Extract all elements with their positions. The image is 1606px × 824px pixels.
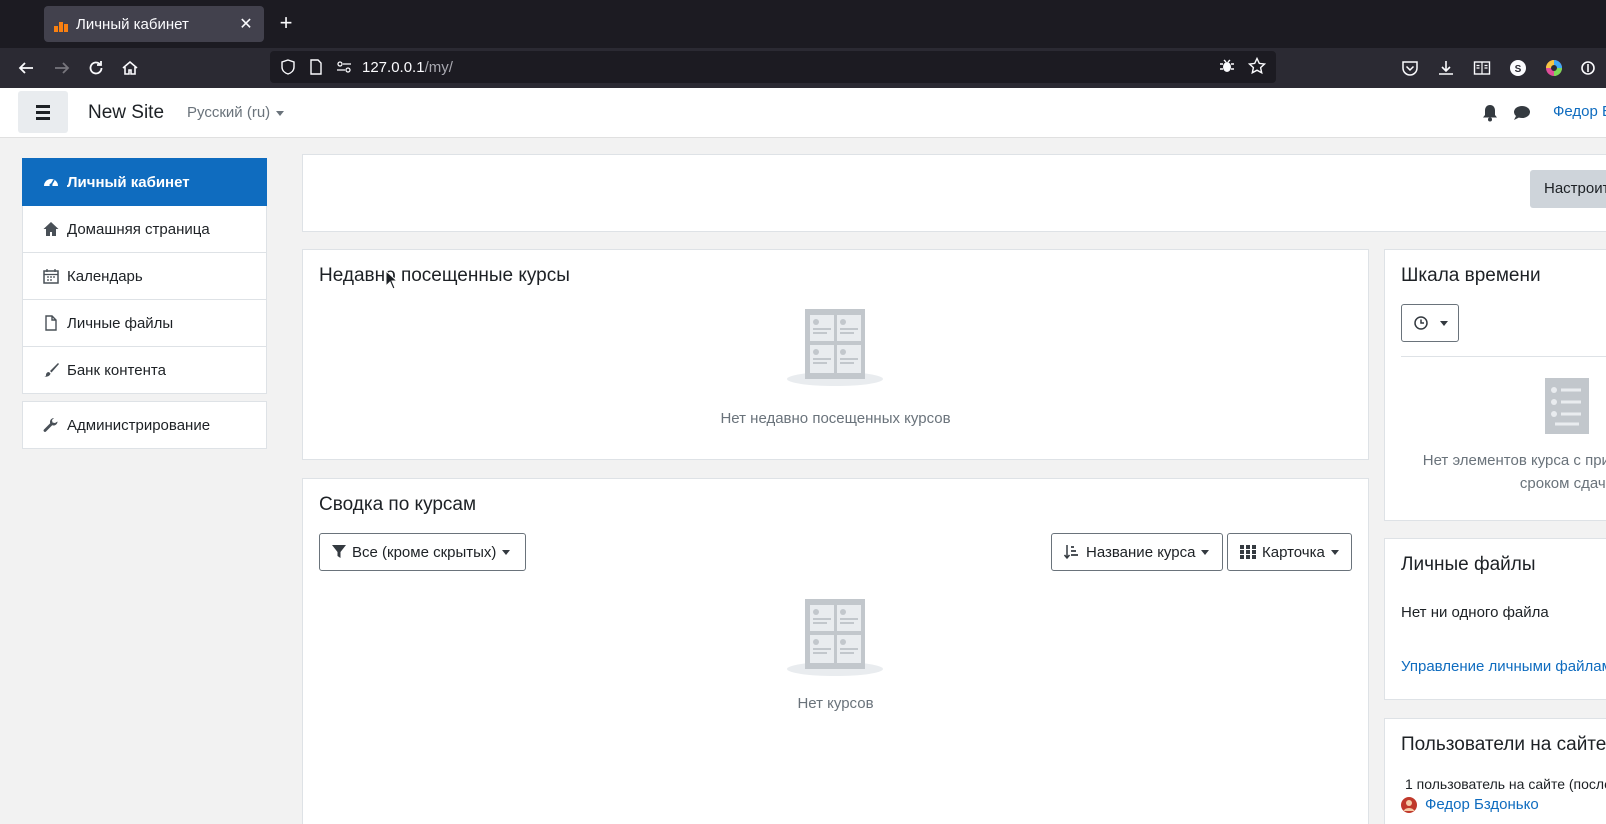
bookmark-star-icon[interactable] <box>1247 56 1267 79</box>
site-name[interactable]: New Site <box>88 102 164 124</box>
tab-title: Личный кабинет <box>76 15 189 33</box>
mouse-cursor-icon <box>385 270 399 290</box>
online-count-text: 1 пользователь на сайте (последние 5 мин… <box>1405 776 1606 792</box>
empty-message: Нет недавно посещенных курсов <box>720 410 951 427</box>
forward-icon[interactable] <box>50 56 74 80</box>
sidebar-item-label: Личный кабинет <box>67 173 190 191</box>
sort-icon <box>1064 544 1080 560</box>
file-icon <box>43 315 59 331</box>
calendar-icon <box>43 268 59 284</box>
block-title: Недавно посещенные курсы <box>319 265 570 286</box>
customize-page-button[interactable]: Настроить эту страницу <box>1530 170 1606 208</box>
account-s-icon[interactable]: S <box>1506 56 1530 80</box>
block-title: Сводка по курсам <box>319 494 477 515</box>
close-tab-icon[interactable]: ✕ <box>238 14 254 34</box>
online-users-block: Пользователи на сайте 1 пользователь на … <box>1384 718 1606 824</box>
sidebar-item-label: Личные файлы <box>67 314 174 332</box>
chevron-down-icon <box>276 110 285 116</box>
sidebar-item-calendar[interactable]: Календарь <box>22 253 267 300</box>
back-icon[interactable] <box>14 56 38 80</box>
empty-message: Нет курсов <box>797 695 874 712</box>
empty-courses-illustration <box>787 599 883 676</box>
extension-icon[interactable] <box>1576 56 1600 80</box>
browser-tab[interactable]: Личный кабинет ✕ <box>44 6 264 42</box>
empty-message: Нет элементов курса с приближающимся сро… <box>1422 452 1606 492</box>
empty-timeline-illustration <box>1545 378 1589 434</box>
course-view-dropdown[interactable]: Карточка <box>1227 533 1352 571</box>
timeline-block: Шкала времени Нет элементов курса с приб… <box>1384 249 1606 521</box>
bug-icon[interactable] <box>1218 57 1236 79</box>
shield-icon[interactable] <box>278 57 298 77</box>
sidebar-item-label: Банк контента <box>67 361 166 379</box>
chevron-down-icon <box>1201 549 1210 555</box>
messages-icon[interactable] <box>1513 105 1531 126</box>
wrench-icon <box>43 417 59 433</box>
chevron-down-icon <box>1440 320 1448 326</box>
sidebar-item-dashboard[interactable]: Личный кабинет <box>22 158 267 206</box>
no-files-text: Нет ни одного файла <box>1401 604 1549 621</box>
divider <box>1401 356 1606 357</box>
reader-view-icon[interactable] <box>1470 56 1494 80</box>
moodle-page: New Site Русский (ru) Федор Бздонько Лич… <box>0 88 1606 824</box>
page-icon[interactable] <box>306 57 326 77</box>
language-menu[interactable]: Русский (ru) <box>187 104 285 121</box>
color-extension-icon[interactable] <box>1542 56 1566 80</box>
top-navbar: New Site Русский (ru) Федор Бздонько <box>0 88 1606 138</box>
recent-courses-block: Недавно посещенные курсы Нет недавно пос… <box>302 249 1369 460</box>
dashboard-icon <box>43 174 59 190</box>
course-filter-dropdown[interactable]: Все (кроме скрытых) <box>319 533 526 571</box>
sidebar-item-content-bank[interactable]: Банк контента <box>22 347 267 394</box>
download-icon[interactable] <box>1434 56 1458 80</box>
user-menu[interactable]: Федор Бздонько <box>1553 103 1606 120</box>
sidebar-item-label: Администрирование <box>67 416 211 434</box>
brush-icon <box>43 362 59 378</box>
home-icon[interactable] <box>118 56 142 80</box>
permissions-icon[interactable] <box>334 57 354 77</box>
home-icon <box>43 221 59 237</box>
grid-icon <box>1240 545 1256 559</box>
block-title: Шкала времени <box>1401 265 1541 286</box>
drawer-toggle-button[interactable] <box>18 91 68 133</box>
online-user-link[interactable]: Федор Бздонько <box>1425 796 1539 813</box>
browser-nav-bar: 127.0.0.1/my/ S <box>0 48 1606 88</box>
left-navigation: Личный кабинет Домашняя страница Календа… <box>22 158 267 394</box>
address-bar[interactable]: 127.0.0.1/my/ <box>270 51 1276 83</box>
reload-icon[interactable] <box>84 56 108 80</box>
sidebar-item-label: Домашняя страница <box>67 220 210 238</box>
empty-courses-illustration <box>787 309 883 386</box>
svg-text:S: S <box>1515 64 1522 75</box>
url-text: 127.0.0.1/my/ <box>362 58 453 76</box>
admin-navigation: Администрирование <box>22 401 267 449</box>
sidebar-item-home[interactable]: Домашняя страница <box>22 206 267 253</box>
sidebar-item-private-files[interactable]: Личные файлы <box>22 300 267 347</box>
private-files-block: Личные файлы Нет ни одного файла Управле… <box>1384 538 1606 700</box>
course-sort-dropdown[interactable]: Название курса <box>1051 533 1223 571</box>
sidebar-item-administration[interactable]: Администрирование <box>22 401 267 449</box>
browser-tab-bar: Личный кабинет ✕ + <box>0 0 1606 48</box>
chevron-down-icon <box>502 549 511 555</box>
new-tab-button[interactable]: + <box>274 12 298 36</box>
moodle-favicon-icon <box>54 16 70 32</box>
clock-icon <box>1414 316 1428 330</box>
page-header-region <box>302 154 1606 232</box>
chevron-down-icon <box>1330 549 1339 555</box>
sidebar-item-label: Календарь <box>67 267 143 285</box>
manage-files-link[interactable]: Управление личными файлами... <box>1401 658 1606 675</box>
online-user-row: Федор Бздонько <box>1401 796 1539 813</box>
course-overview-block: Сводка по курсам Все (кроме скрытых) Наз… <box>302 478 1369 824</box>
avatar <box>1401 796 1417 813</box>
pocket-icon[interactable] <box>1398 56 1422 80</box>
filter-icon <box>332 545 346 559</box>
timeline-filter-dropdown[interactable] <box>1401 304 1459 342</box>
notifications-bell-icon[interactable] <box>1482 104 1498 127</box>
block-title: Личные файлы <box>1401 554 1536 575</box>
block-title: Пользователи на сайте <box>1401 734 1606 755</box>
